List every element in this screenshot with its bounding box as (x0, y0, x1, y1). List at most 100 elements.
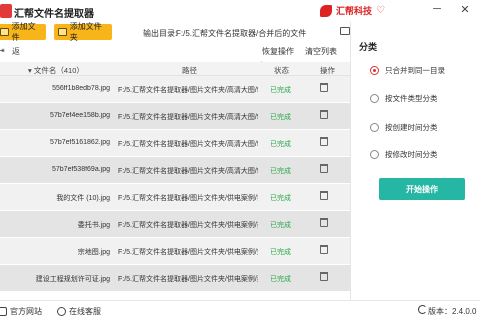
trash-icon[interactable] (320, 164, 328, 173)
panel-title: 分类 (359, 42, 378, 52)
radio-option[interactable]: 按文件类型分类 (351, 90, 480, 106)
trash-icon[interactable] (320, 245, 328, 254)
official-site-link[interactable]: 官方网站 (0, 306, 42, 317)
file-path: F:/5.汇帮文件名提取器/图片文件夹/供电案例/委 (118, 222, 258, 229)
table-row[interactable]: 宗地图.jpg F:/5.汇帮文件名提取器/图片文件夹/供电案例/宗 已完成 (0, 238, 350, 265)
header-name[interactable]: ▾ 文件名（410） (28, 65, 84, 76)
brand-logo-icon (320, 4, 332, 17)
radio-icon[interactable] (370, 122, 379, 132)
file-icon (0, 28, 9, 36)
brand[interactable]: 汇帮科技 ♡ (320, 4, 385, 17)
file-table: ▾ 文件名（410） 路径 状态 操作 556ff1b8edb78.jpg F:/… (0, 62, 350, 292)
radio-icon[interactable] (370, 149, 379, 159)
table-row[interactable]: 57b7ef5161862.jpg F:/5.汇帮文件名提取器/图片文件夹/高清大… (0, 130, 350, 157)
file-name: 建设工程规划许可证.jpg (35, 276, 110, 283)
trash-icon[interactable] (320, 110, 328, 119)
actions-row: ⇥ 返 恢复操作 清空列表 (0, 44, 350, 60)
file-name: 556ff1b8edb78.jpg (52, 85, 110, 92)
trash-icon[interactable] (320, 272, 328, 281)
status-badge: 已完成 (270, 87, 291, 94)
footer: 官方网站 在线客服 版本：2.4.0.0 (0, 300, 480, 320)
output-dir-label: 输出目录: (143, 29, 178, 38)
file-name: 57b7ef538f69a.jpg (52, 166, 110, 173)
app-title: 汇帮文件名提取器 (14, 9, 94, 20)
radio-option[interactable]: 按创建时间分类 (351, 119, 480, 135)
file-path: F:/5.汇帮文件名提取器/图片文件夹/高清大图/57 (118, 141, 258, 148)
online-service-link[interactable]: 在线客服 (57, 306, 101, 317)
file-path: F:/5.汇帮文件名提取器/图片文件夹/高清大图/55 (118, 87, 258, 94)
file-path: F:/5.汇帮文件名提取器/图片文件夹/供电案例/我 (118, 195, 258, 202)
minimize-button[interactable]: ─ (430, 3, 444, 15)
folder-add-icon (58, 28, 67, 36)
title-bar: 汇帮文件名提取器 汇帮科技 ♡ ─ ✕ (0, 0, 480, 22)
file-path: F:/5.汇帮文件名提取器/图片文件夹/供电案例/建 (118, 276, 258, 283)
refresh-icon[interactable] (418, 305, 427, 314)
version-text: 版本：2.4.0.0 (428, 307, 477, 316)
status-badge: 已完成 (270, 114, 291, 121)
radio-icon[interactable] (370, 65, 379, 75)
radio-label: 只合并到同一目录 (385, 65, 445, 75)
file-name: 57b7ef4ee158b.jpg (50, 112, 110, 119)
options-panel: 分类 只合并到同一目录 按文件类型分类 按创建时间分类按修改时间分类 开始操作 (350, 22, 480, 300)
status-badge: 已完成 (270, 276, 291, 283)
file-path: F:/5.汇帮文件名提取器/图片文件夹/高清大图/57 (118, 114, 258, 121)
trash-icon-shape (320, 191, 328, 200)
close-button[interactable]: ✕ (458, 3, 472, 16)
browse-folder-icon[interactable] (340, 27, 350, 35)
trash-icon[interactable] (320, 191, 328, 200)
back-button[interactable]: 返 (12, 46, 20, 57)
start-button[interactable]: 开始操作 (379, 178, 465, 200)
clear-list-button[interactable]: 清空列表 (305, 46, 337, 57)
trash-icon-shape (320, 272, 328, 281)
toolbar: 添加文件 添加文件夹 输出目录: F:/5.汇帮文件名提取器/合并后的文件 (0, 22, 350, 42)
table-row[interactable]: 委托书.jpg F:/5.汇帮文件名提取器/图片文件夹/供电案例/委 已完成 (0, 211, 350, 238)
trash-icon-shape (320, 83, 328, 92)
radio-option[interactable]: 只合并到同一目录 (351, 62, 480, 78)
trash-icon[interactable] (320, 137, 328, 146)
status-badge: 已完成 (270, 168, 291, 175)
trash-icon-shape (320, 245, 328, 254)
header-status: 状态 (274, 66, 289, 75)
table-row[interactable]: 建设工程规划许可证.jpg F:/5.汇帮文件名提取器/图片文件夹/供电案例/建 已… (0, 265, 350, 292)
trash-icon-shape (320, 137, 328, 146)
table-row[interactable]: 556ff1b8edb78.jpg F:/5.汇帮文件名提取器/图片文件夹/高清大… (0, 76, 350, 103)
trash-icon[interactable] (320, 218, 328, 227)
heart-icon[interactable]: ♡ (376, 5, 385, 16)
add-file-label: 添加文件 (11, 22, 36, 42)
status-badge: 已完成 (270, 249, 291, 256)
table-row[interactable]: 我的文件 (10).jpg F:/5.汇帮文件名提取器/图片文件夹/供电案例/我 已… (0, 184, 350, 211)
radio-label: 按创建时间分类 (385, 122, 438, 132)
table-body: 556ff1b8edb78.jpg F:/5.汇帮文件名提取器/图片文件夹/高清大… (0, 76, 350, 292)
radio-option[interactable]: 按修改时间分类 (351, 146, 480, 162)
trash-icon-shape (320, 164, 328, 173)
header-path: 路径 (182, 66, 197, 75)
radio-label: 按文件类型分类 (385, 93, 438, 103)
app-logo-icon (0, 4, 12, 18)
add-folder-label: 添加文件夹 (69, 22, 102, 42)
file-name: 宗地图.jpg (77, 249, 110, 256)
add-folder-button[interactable]: 添加文件夹 (54, 22, 112, 42)
trash-icon[interactable] (320, 83, 328, 92)
table-row[interactable]: 57b7ef538f69a.jpg F:/5.汇帮文件名提取器/图片文件夹/高清大… (0, 157, 350, 184)
table-header: ▾ 文件名（410） 路径 状态 操作 (0, 62, 350, 76)
nav-forward-icon[interactable]: ⇥ (0, 46, 5, 55)
trash-icon-shape (320, 218, 328, 227)
brand-name: 汇帮科技 (336, 6, 373, 16)
header-op: 操作 (320, 66, 335, 75)
file-name: 我的文件 (10).jpg (56, 195, 110, 202)
file-path: F:/5.汇帮文件名提取器/图片文件夹/供电案例/宗 (118, 249, 258, 256)
table-row[interactable]: 57b7ef4ee158b.jpg F:/5.汇帮文件名提取器/图片文件夹/高清大… (0, 103, 350, 130)
official-site-label: 官方网站 (10, 307, 42, 316)
output-dir-input[interactable]: F:/5.汇帮文件名提取器/合并后的文件 (176, 28, 338, 39)
file-name: 委托书.jpg (77, 222, 110, 229)
radio-icon[interactable] (370, 93, 379, 103)
online-service-label: 在线客服 (69, 307, 101, 316)
status-badge: 已完成 (270, 195, 291, 202)
status-badge: 已完成 (270, 222, 291, 229)
chat-icon (57, 307, 66, 316)
status-badge: 已完成 (270, 141, 291, 148)
file-path: F:/5.汇帮文件名提取器/图片文件夹/高清大图/57 (118, 168, 258, 175)
home-icon (0, 307, 7, 316)
add-file-button[interactable]: 添加文件 (0, 22, 46, 42)
trash-icon-shape (320, 110, 328, 119)
